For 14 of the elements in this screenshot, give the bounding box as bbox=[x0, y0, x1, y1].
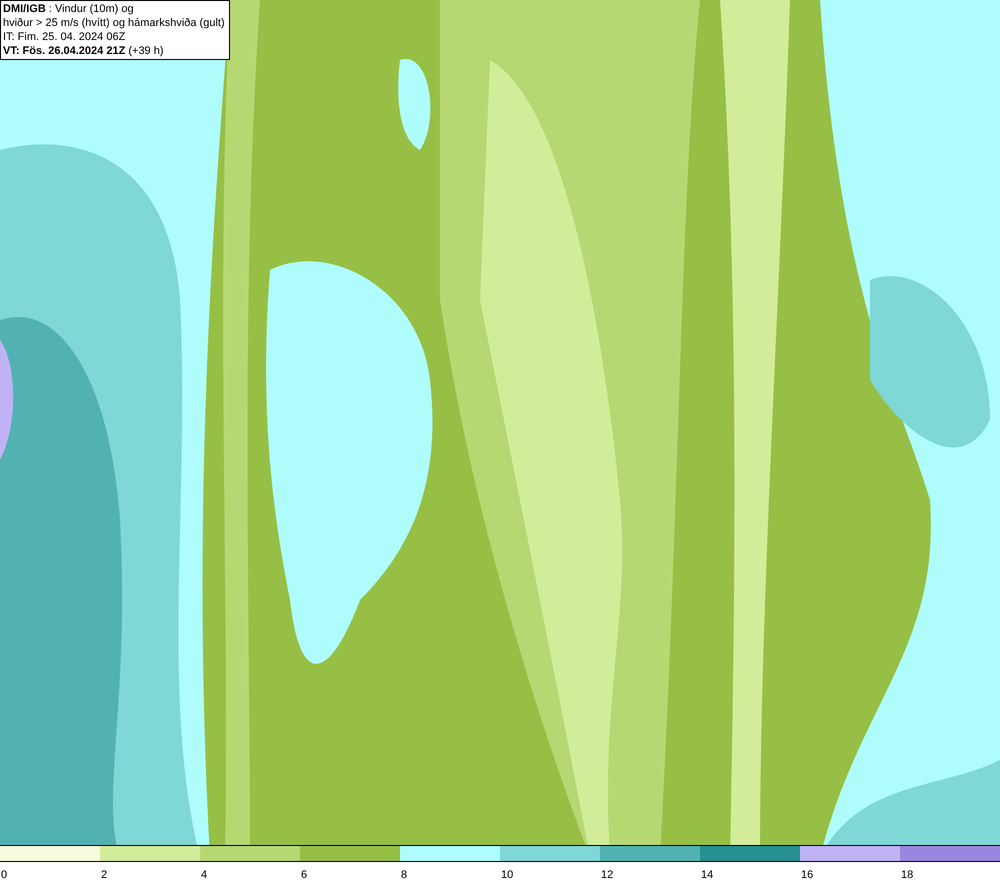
legend-tick-label: 2 bbox=[100, 869, 108, 881]
legend-tick-label: 12 bbox=[600, 869, 614, 881]
legend-tick-label: 4 bbox=[200, 869, 208, 881]
legend-tick-label: 6 bbox=[300, 869, 308, 881]
legend-tick-label: 8 bbox=[400, 869, 408, 881]
legend-tick-label: 18 bbox=[900, 869, 914, 881]
info-line: hviður > 25 m/s (hvítt) og hámarkshviða (gult) bbox=[3, 16, 226, 30]
info-line: IT: Fim. 25. 04. 2024 06Z bbox=[3, 30, 126, 44]
legend-tick-label: 0 bbox=[0, 869, 8, 881]
legend-tick-label: 16 bbox=[800, 869, 814, 881]
legend-tick-label: 10 bbox=[500, 869, 514, 881]
legend-tick-label: 14 bbox=[700, 869, 714, 881]
info-line: DMI/IGB : Vindur (10m) og bbox=[3, 2, 135, 16]
info-line: VT: Fös. 26.04.2024 21Z (+39 h) bbox=[3, 44, 165, 58]
